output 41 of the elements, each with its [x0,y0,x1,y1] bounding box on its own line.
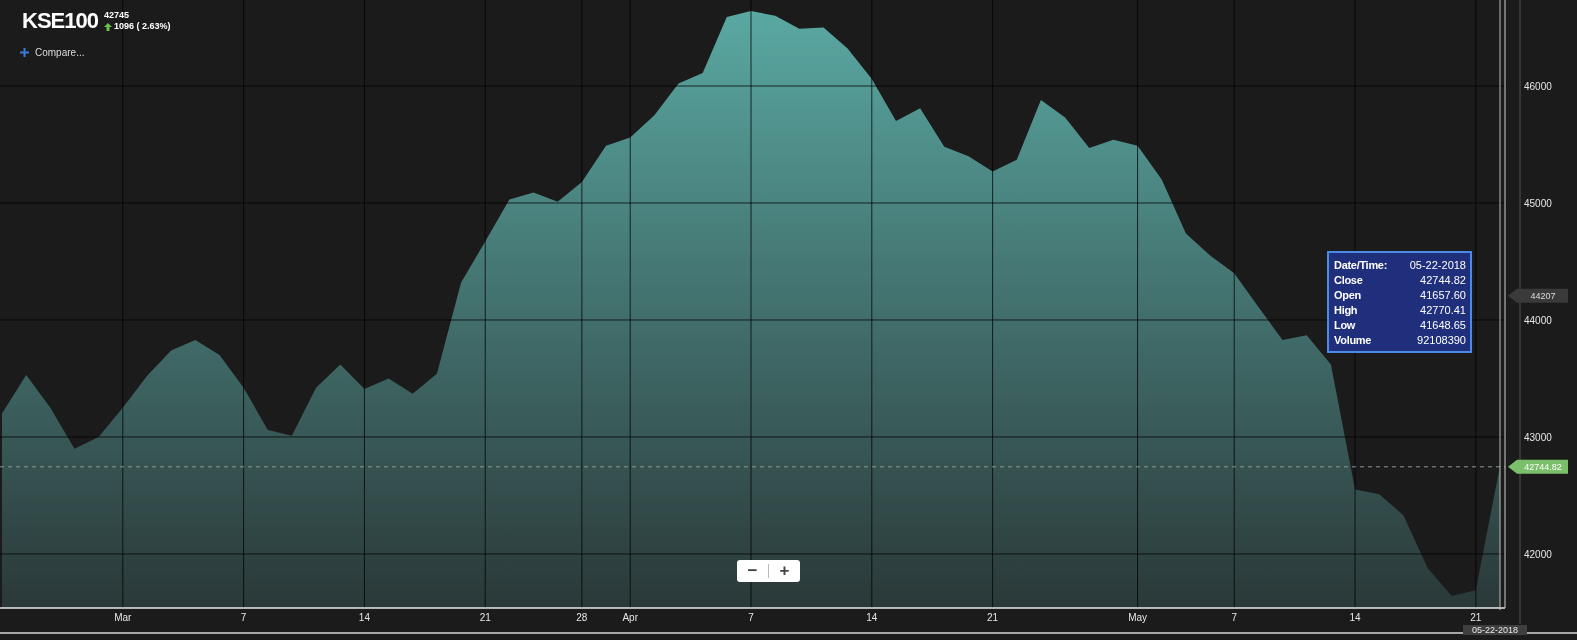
x-axis-label: 14 [866,612,878,623]
zoom-button[interactable]: + [769,561,800,581]
y-axis-label: 44000 [1524,314,1552,326]
compare-button[interactable]: Compare... [20,47,85,58]
tooltip-value: 92108390 [1416,333,1466,348]
tooltip-label: Low [1334,318,1357,333]
x-axis-label: Mar [114,612,132,623]
tooltip-label: High [1334,303,1359,318]
x-axis-label: 14 [1349,612,1361,623]
symbol-title: KSE100 [22,8,98,34]
tooltip-value: 42770.41 [1419,303,1466,318]
tooltip-value: 41648.65 [1419,318,1466,333]
x-axis-label: 21 [987,612,999,623]
tooltip-label: Date/Time: [1334,258,1388,273]
x-axis-label: 28 [576,612,588,623]
tooltip-label: Close [1334,273,1364,288]
x-axis-label: 21 [479,612,491,623]
x-axis-label: 7 [748,612,754,623]
last-price: 42745 [103,10,130,21]
x-axis-label: Apr [622,612,638,623]
zoom-button[interactable]: − [737,561,768,581]
tooltip-value: 41657.60 [1419,288,1466,303]
y-axis-label: 43000 [1524,431,1552,443]
crosshair-date-label: 05-22-2018 [1463,625,1527,635]
x-axis-label: 7 [1231,612,1237,623]
price-change: 1096 ( 2.63%) [113,21,171,32]
x-axis-label: 14 [358,612,370,623]
y-axis-label: 42000 [1524,548,1552,560]
x-axis-label: 21 [1470,612,1482,623]
tooltip-label: Open [1334,288,1362,303]
up-arrow-icon [103,22,112,31]
plus-icon [20,48,29,57]
tooltip-value: 05-22-2018 [1408,258,1466,273]
tooltip-label: Volume [1334,333,1373,348]
y-axis-label: 45000 [1524,198,1552,209]
tooltip-value: 42744.82 [1419,273,1466,288]
x-axis-label: May [1128,612,1148,623]
x-axis-label: 7 [240,612,247,623]
price-flag: 44207 [1508,288,1568,303]
price-flag: 42744.82 [1508,459,1568,474]
y-axis-label: 46000 [1524,81,1552,92]
